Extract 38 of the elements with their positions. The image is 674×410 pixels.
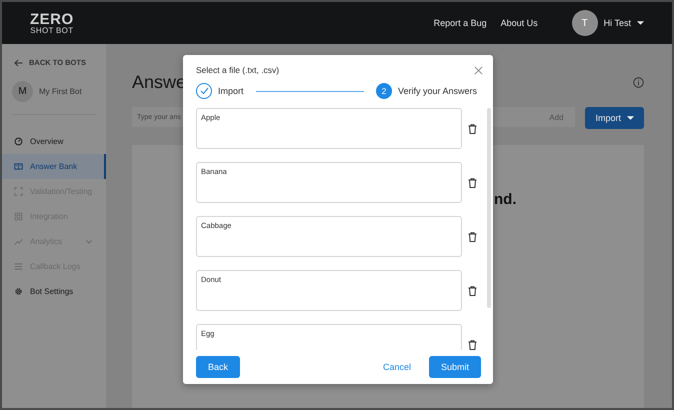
caret-icon xyxy=(627,116,634,120)
book-icon xyxy=(14,162,23,171)
dialog-title: Select a file (.txt, .csv) xyxy=(196,65,280,75)
header-link[interactable]: About Us xyxy=(500,18,538,28)
trash-icon[interactable] xyxy=(468,178,477,188)
arrow-left-icon xyxy=(14,58,23,66)
close-icon[interactable] xyxy=(474,66,483,74)
step-number: 2 xyxy=(376,83,392,99)
grid-icon xyxy=(14,212,23,221)
back-button[interactable]: Back xyxy=(196,356,240,378)
cancel-button[interactable]: Cancel xyxy=(376,361,417,373)
step-label: Import xyxy=(218,86,244,96)
step-label: Verify your Answers xyxy=(398,86,477,96)
user-menu[interactable]: T Hi Test xyxy=(572,10,644,36)
trash-icon[interactable] xyxy=(468,232,477,242)
trash-icon[interactable] xyxy=(468,340,477,350)
bot-name: My First Bot xyxy=(39,87,82,96)
nav-item[interactable]: Overview xyxy=(2,129,106,154)
bot-avatar: M xyxy=(12,81,33,102)
info-icon[interactable] xyxy=(633,77,644,88)
trash-icon[interactable] xyxy=(468,286,477,296)
empty-message: nd. xyxy=(494,191,516,208)
submit-button[interactable]: Submit xyxy=(428,356,481,378)
caret-icon xyxy=(637,21,644,25)
user-avatar: T xyxy=(572,10,598,36)
trash-icon[interactable] xyxy=(468,124,477,134)
page-title: Answe xyxy=(132,72,186,93)
gauge-icon xyxy=(14,137,23,146)
frame-icon xyxy=(14,187,23,196)
list-icon xyxy=(14,262,23,271)
scrollbar[interactable] xyxy=(487,108,491,308)
settings-icon xyxy=(14,287,23,296)
trend-icon xyxy=(14,237,23,246)
nav-item[interactable]: Answer Bank xyxy=(2,154,106,179)
nav-item[interactable]: Bot Settings xyxy=(2,279,106,304)
import-button[interactable]: Import xyxy=(585,107,644,129)
logo[interactable]: ZERO SHOT BOT xyxy=(30,12,74,34)
header-link[interactable]: Report a Bug xyxy=(434,18,487,28)
